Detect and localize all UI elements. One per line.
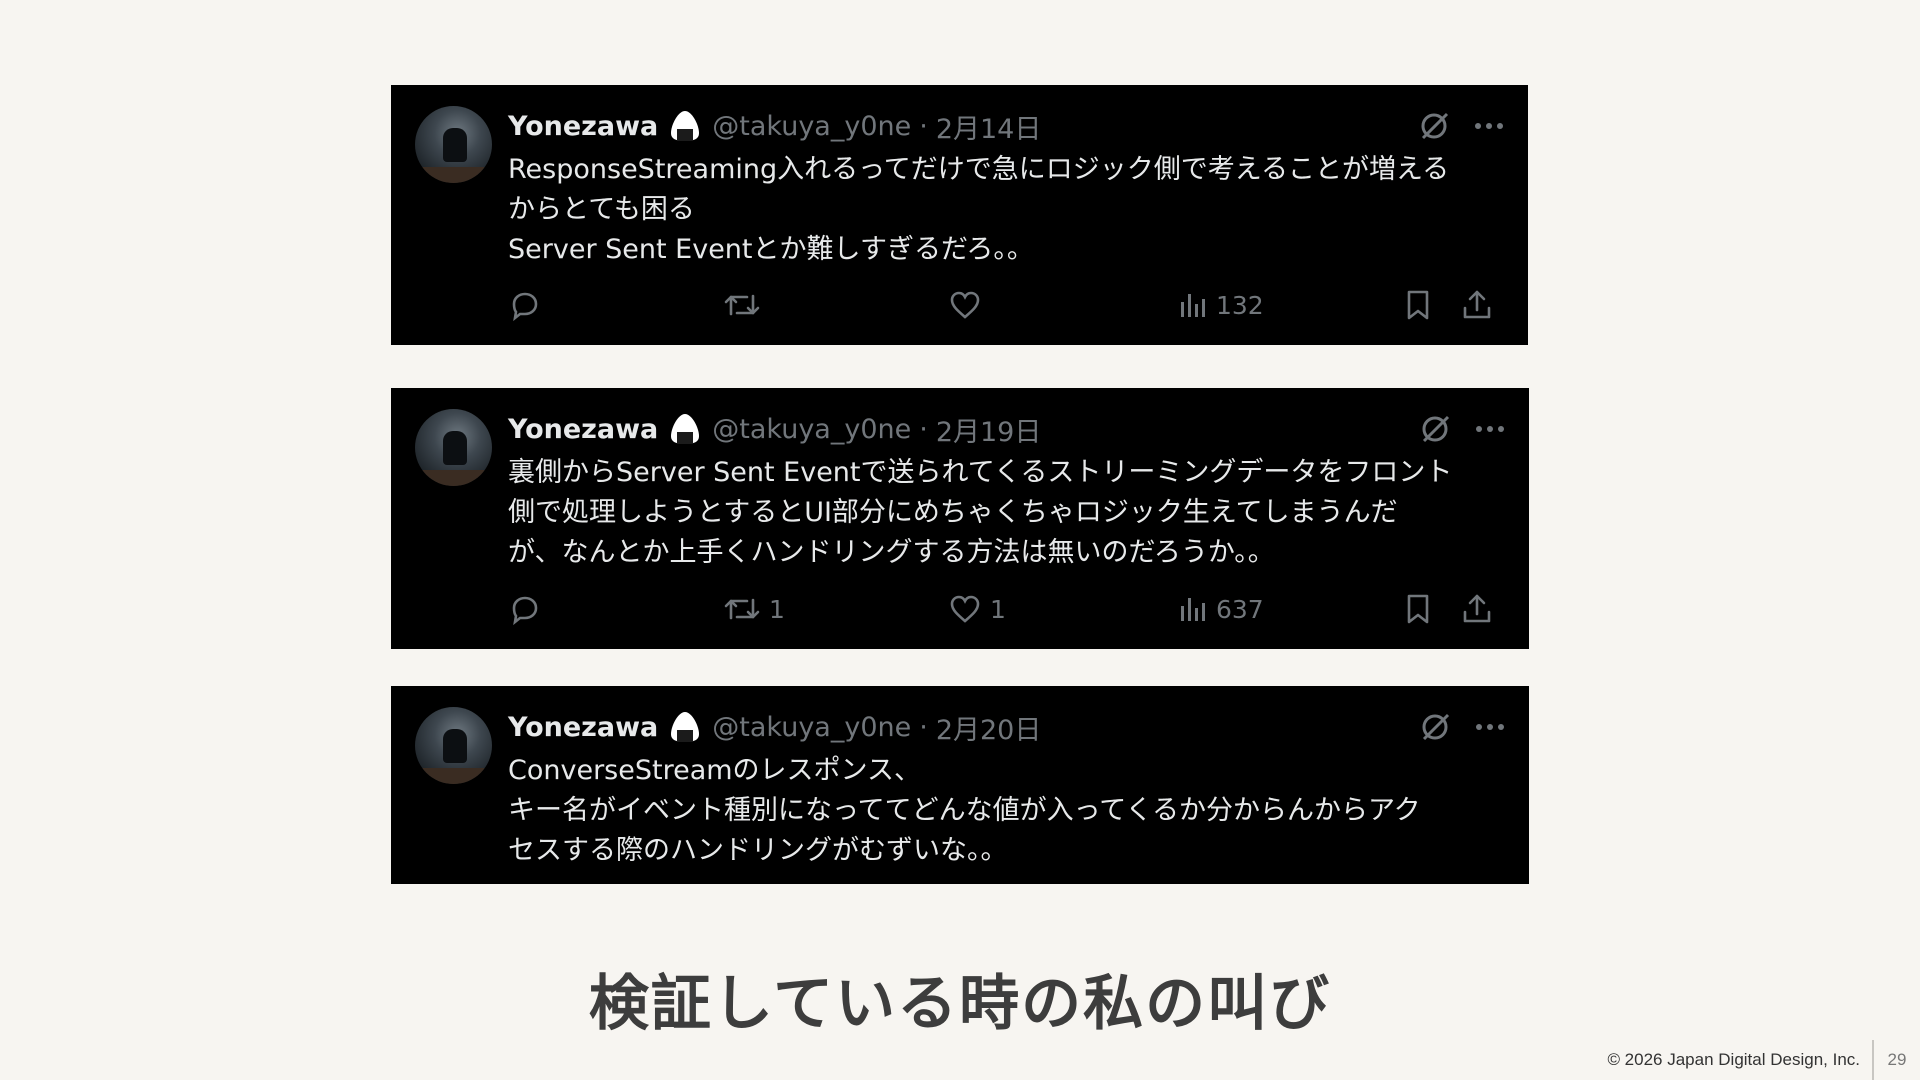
- like-count: 1: [990, 594, 1006, 624]
- like-button[interactable]: [948, 283, 990, 327]
- share-icon: [1463, 594, 1491, 623]
- view-count: 637: [1216, 594, 1264, 624]
- heart-icon: [950, 291, 980, 319]
- page-number: 29: [1887, 1050, 1907, 1069]
- tweet-line: が、なんとか上手くハンドリングする方法は無いのだろうか。。: [508, 537, 1275, 568]
- views-icon: [1181, 294, 1205, 317]
- share-button[interactable]: [1460, 587, 1494, 631]
- header-separator: ·: [919, 110, 928, 142]
- more-icon[interactable]: [1475, 424, 1505, 434]
- slide-footer: © 2026 Japan Digital Design, Inc. 29: [1607, 1040, 1920, 1080]
- heart-icon: [950, 595, 980, 623]
- retweet-icon: [724, 294, 760, 316]
- share-icon: [1463, 290, 1491, 319]
- bookmark-icon: [1407, 594, 1429, 624]
- tweet-header: Yonezawa @takuya_y0ne · 2月20日: [508, 707, 1505, 747]
- reply-icon: [512, 292, 538, 322]
- tweet-text: ResponseStreaming入れるってだけで急にロジック側で考えることが増…: [508, 150, 1498, 270]
- avatar[interactable]: [415, 707, 492, 784]
- tweet-line: ResponseStreaming入れるってだけで急にロジック側で考えることが増…: [508, 154, 1450, 185]
- bookmark-button[interactable]: [1403, 587, 1433, 631]
- more-icon[interactable]: [1474, 121, 1504, 131]
- user-handle[interactable]: @takuya_y0ne: [712, 111, 911, 142]
- tweet-line: ConverseStreamのレスポンス、: [508, 755, 922, 786]
- tweet-line: 裏側からServer Sent Eventで送られてくるストリーミングデータをフ…: [508, 457, 1453, 488]
- like-button[interactable]: 1: [948, 587, 1006, 631]
- onigiri-icon: [668, 412, 702, 446]
- tweet-card[interactable]: Yonezawa @takuya_y0ne · 2月14日 ResponseSt…: [391, 85, 1528, 345]
- tweet-line: 側で処理しようとするとUI部分にめちゃくちゃロジック生えてしまうんだ: [508, 497, 1398, 528]
- avatar[interactable]: [415, 409, 492, 486]
- slide-title: 検証している時の私の叫び: [588, 969, 1332, 1039]
- action-bar: 132: [508, 283, 1504, 327]
- tweet-text: ConverseStreamのレスポンス、 キー名がイベント種別になっててどんな…: [508, 751, 1499, 871]
- tweet-line: Server Sent Eventとか難しすぎるだろ。。: [508, 234, 1034, 265]
- avatar[interactable]: [415, 106, 492, 183]
- tweet-card[interactable]: Yonezawa @takuya_y0ne · 2月20日 ConverseSt…: [391, 686, 1529, 884]
- copyright: © 2026 Japan Digital Design, Inc.: [1607, 1050, 1860, 1069]
- share-button[interactable]: [1460, 283, 1494, 327]
- reply-icon: [512, 596, 538, 626]
- tweet-header: Yonezawa @takuya_y0ne · 2月19日: [508, 409, 1505, 449]
- grok-icon[interactable]: [1419, 413, 1451, 445]
- reply-button[interactable]: [508, 283, 542, 327]
- bookmark-icon: [1407, 290, 1429, 320]
- header-separator: ·: [919, 413, 928, 445]
- tweet-line: セスする際のハンドリングがむずいな。。: [508, 835, 1008, 866]
- user-handle[interactable]: @takuya_y0ne: [712, 712, 911, 743]
- views-button[interactable]: 637: [1178, 587, 1264, 631]
- action-bar: 1 1 637: [508, 587, 1505, 631]
- tweet-line: からとても困る: [508, 194, 695, 225]
- retweet-button[interactable]: [723, 283, 769, 327]
- views-button[interactable]: 132: [1178, 283, 1264, 327]
- more-icon[interactable]: [1475, 722, 1505, 732]
- onigiri-icon: [668, 710, 702, 744]
- display-name[interactable]: Yonezawa: [508, 712, 658, 743]
- tweet-header: Yonezawa @takuya_y0ne · 2月14日: [508, 106, 1504, 146]
- retweet-button[interactable]: 1: [723, 587, 785, 631]
- view-count: 132: [1216, 290, 1264, 320]
- grok-icon[interactable]: [1418, 110, 1450, 142]
- user-handle[interactable]: @takuya_y0ne: [712, 414, 911, 445]
- retweet-count: 1: [769, 594, 785, 624]
- grok-icon[interactable]: [1419, 711, 1451, 743]
- tweet-text: 裏側からServer Sent Eventで送られてくるストリーミングデータをフ…: [508, 453, 1499, 573]
- tweet-date[interactable]: 2月19日: [936, 410, 1042, 449]
- tweet-date[interactable]: 2月20日: [936, 708, 1042, 747]
- display-name[interactable]: Yonezawa: [508, 414, 658, 445]
- retweet-icon: [724, 598, 760, 620]
- tweet-date[interactable]: 2月14日: [936, 107, 1042, 146]
- header-separator: ·: [919, 711, 928, 743]
- bookmark-button[interactable]: [1403, 283, 1433, 327]
- onigiri-icon: [668, 109, 702, 143]
- reply-button[interactable]: [508, 587, 542, 631]
- tweet-card[interactable]: Yonezawa @takuya_y0ne · 2月19日 裏側からServer…: [391, 388, 1529, 649]
- display-name[interactable]: Yonezawa: [508, 111, 658, 142]
- views-icon: [1181, 598, 1205, 621]
- tweet-line: キー名がイベント種別になっててどんな値が入ってくるか分からんからアク: [508, 795, 1421, 826]
